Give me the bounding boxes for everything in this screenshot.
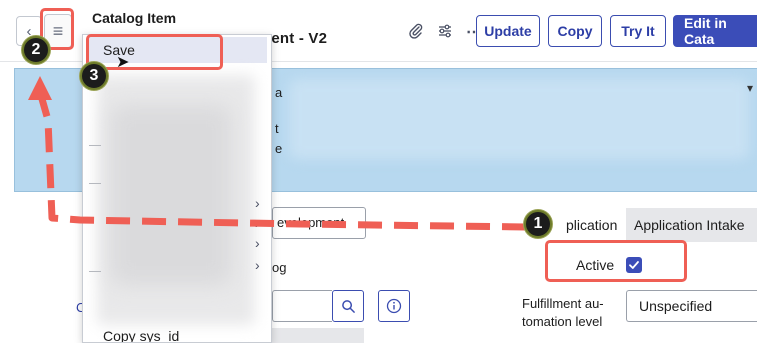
search-icon (341, 299, 355, 313)
attachment-button[interactable] (408, 23, 424, 39)
field-text-fragment: og (272, 260, 287, 275)
record-type-label: Catalog Item (92, 10, 177, 26)
chevron-right-icon: › (255, 235, 260, 251)
menu-divider (89, 145, 101, 146)
update-button[interactable]: Update (476, 15, 540, 47)
copy-button[interactable]: Copy (548, 15, 602, 47)
fulfillment-label-line2: tomation level (522, 314, 603, 329)
step-badge-1: 1 (524, 210, 552, 238)
highlight-save-item (86, 34, 223, 70)
fulfillment-label-line1: Fulfillment au- (522, 296, 604, 311)
personalize-form-button[interactable] (437, 23, 453, 39)
chevron-right-icon: › (255, 215, 260, 231)
banner-blurred-content (289, 79, 749, 159)
mouse-pointer-icon: ➤ (116, 54, 130, 71)
context-menu: Save › › › › Copy sys_id (82, 34, 272, 343)
step-badge-2: 2 (22, 36, 50, 64)
menu-divider (89, 183, 101, 184)
step-badge-3: 3 (80, 62, 108, 90)
highlight-active-checkbox (545, 240, 687, 282)
banner-text-fragment: t (275, 121, 279, 136)
try-it-button[interactable]: Try It (610, 15, 666, 47)
chevron-down-icon[interactable]: ▾ (747, 81, 753, 95)
menu-blurred-items (111, 105, 231, 285)
menu-divider (89, 271, 101, 272)
info-icon (386, 298, 402, 314)
readonly-field (272, 328, 364, 343)
banner-text-fragment: e (275, 141, 283, 156)
lookup-input[interactable] (272, 290, 332, 322)
chevron-right-icon: › (255, 195, 260, 211)
fulfillment-select[interactable]: Unspecified (626, 290, 757, 322)
paperclip-icon (409, 23, 423, 39)
banner-text-fragment: a (275, 85, 283, 100)
chevron-right-icon: › (255, 257, 260, 273)
application-value: Application Intake (626, 208, 757, 242)
reference-field[interactable]: evelopment (272, 207, 366, 239)
application-label: plication (566, 217, 618, 233)
menu-item-copy-sys-id[interactable]: Copy sys_id (103, 328, 179, 342)
info-button[interactable] (378, 290, 410, 322)
edit-in-catalog-button[interactable]: Edit in Cata (673, 15, 757, 47)
lookup-button[interactable] (332, 290, 364, 322)
sliders-icon (439, 24, 451, 38)
